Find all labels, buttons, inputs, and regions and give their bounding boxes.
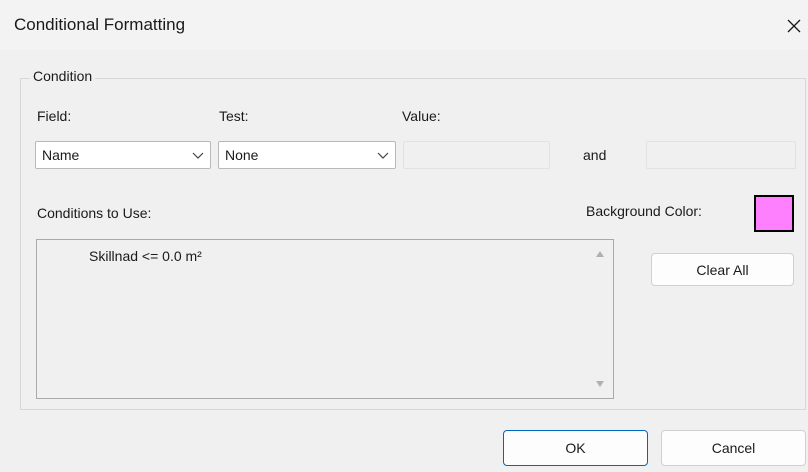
- list-item[interactable]: Skillnad <= 0.0 m²: [89, 248, 202, 264]
- clear-all-button[interactable]: Clear All: [651, 253, 794, 286]
- test-label: Test:: [219, 108, 249, 124]
- test-select[interactable]: None: [218, 141, 396, 169]
- ok-button[interactable]: OK: [503, 430, 648, 466]
- conditions-to-use-label: Conditions to Use:: [37, 205, 152, 221]
- and-label: and: [583, 147, 607, 163]
- chevron-down-icon: [192, 152, 204, 159]
- test-select-value: None: [225, 147, 259, 163]
- background-color-label: Background Color:: [586, 203, 702, 219]
- cancel-button[interactable]: Cancel: [661, 430, 806, 466]
- close-button[interactable]: [780, 8, 808, 44]
- condition-group-label: Condition: [30, 68, 96, 84]
- value-from-input[interactable]: [403, 141, 550, 169]
- field-select[interactable]: Name: [35, 141, 211, 169]
- value-to-input[interactable]: [646, 141, 796, 169]
- dialog-title: Conditional Formatting: [14, 15, 186, 34]
- scroll-up-arrow-icon[interactable]: [595, 250, 605, 258]
- background-color-swatch[interactable]: [754, 195, 794, 232]
- conditions-listbox[interactable]: Skillnad <= 0.0 m²: [36, 239, 614, 399]
- value-label: Value:: [402, 108, 441, 124]
- field-select-value: Name: [42, 147, 80, 163]
- title-bar: Conditional Formatting: [0, 0, 808, 50]
- chevron-down-icon: [377, 152, 389, 159]
- close-icon: [787, 19, 801, 33]
- field-label: Field:: [37, 108, 72, 124]
- scroll-down-arrow-icon[interactable]: [595, 380, 605, 388]
